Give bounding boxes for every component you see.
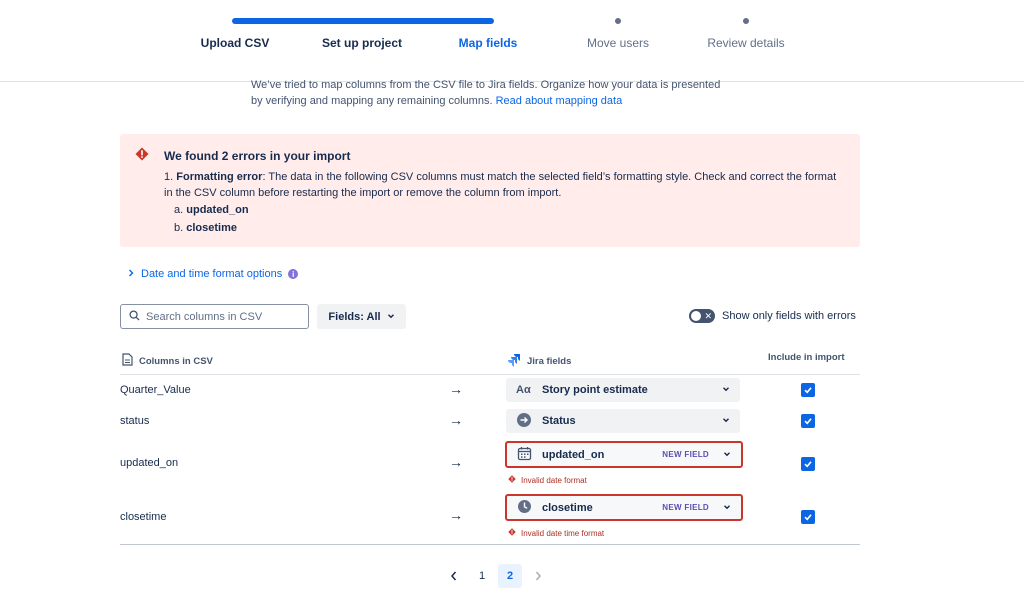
page-2-button[interactable]: 2 — [498, 564, 522, 588]
read-about-mapping-link[interactable]: Read about mapping data — [496, 95, 623, 107]
error-details: 1. Formatting error: The data in the fol… — [164, 170, 844, 237]
intro-text: We’ve tried to map columns from the CSV … — [251, 79, 721, 107]
step-label: Map fields — [458, 36, 518, 50]
include-checkbox[interactable] — [801, 510, 815, 524]
error-title: We found 2 errors in your import — [164, 149, 351, 163]
table-header-divider — [120, 374, 860, 375]
include-checkbox[interactable] — [801, 383, 815, 397]
header-jira-fields: Jira fields — [507, 353, 571, 370]
new-field-badge: NEW FIELD — [662, 503, 709, 512]
status-arrow-icon — [516, 412, 532, 431]
chevron-down-icon — [722, 415, 730, 427]
include-checkbox[interactable] — [801, 457, 815, 471]
table-footer-divider — [120, 544, 860, 545]
page-1-button[interactable]: 1 — [470, 564, 494, 588]
step-label: Move users — [586, 36, 650, 50]
include-checkbox[interactable] — [801, 414, 815, 428]
jira-field-select[interactable]: closetime NEW FIELD — [505, 494, 743, 521]
error-icon — [508, 475, 516, 485]
arrow-right-icon: → — [449, 507, 463, 523]
toggle-label: Show only fields with errors — [722, 310, 856, 322]
chevron-down-icon — [723, 502, 731, 514]
field-error-message: Invalid date time format — [508, 528, 604, 538]
info-icon[interactable]: i — [288, 269, 299, 279]
csv-column-name: closetime — [120, 511, 167, 523]
step-review-details: Review details — [704, 18, 788, 50]
fields-filter-button[interactable]: Fields: All — [317, 304, 406, 329]
jira-field-select[interactable]: Status — [506, 409, 740, 433]
search-input[interactable] — [146, 310, 296, 323]
step-label: Review details — [707, 36, 785, 50]
jira-field-select[interactable]: Aα Story point estimate — [506, 378, 740, 402]
header-include-in-import: Include in import — [768, 352, 845, 363]
chevron-down-icon — [387, 311, 395, 323]
format-options-label: Date and time format options — [141, 268, 283, 280]
step-dot — [615, 18, 621, 24]
chevron-down-icon — [722, 384, 730, 396]
error-column-list: a. updated_on b. closetime — [164, 201, 844, 237]
step-dot — [743, 18, 749, 24]
jira-logo-icon — [507, 353, 521, 370]
step-map-fields: Map fields — [232, 18, 517, 50]
fields-filter-label: Fields: All — [328, 310, 381, 323]
step-move-users: Move users — [578, 18, 658, 50]
csv-column-name: Quarter_Value — [120, 384, 191, 396]
clock-icon — [517, 499, 532, 517]
error-banner: We found 2 errors in your import 1. Form… — [120, 134, 860, 247]
error-column-item: b. closetime — [174, 222, 237, 234]
error-type: Formatting error — [176, 171, 263, 183]
progress-bar — [232, 18, 494, 24]
previous-page-button[interactable] — [442, 564, 466, 588]
error-column-item: a. updated_on — [174, 204, 249, 216]
csv-column-name: status — [120, 415, 150, 427]
chevron-right-icon — [127, 268, 135, 280]
error-icon — [508, 528, 516, 538]
text-icon: Aα — [516, 384, 531, 396]
calendar-icon — [517, 446, 532, 464]
close-icon: ✕ — [704, 311, 712, 321]
next-page-button[interactable] — [526, 564, 550, 588]
arrow-right-icon: → — [449, 412, 463, 428]
toggle-switch[interactable]: ✕ — [689, 309, 715, 323]
arrow-right-icon: → — [449, 454, 463, 470]
error-icon — [135, 147, 149, 166]
arrow-right-icon: → — [449, 381, 463, 397]
document-icon — [122, 353, 133, 369]
csv-column-name: updated_on — [120, 457, 179, 469]
search-columns[interactable] — [120, 304, 309, 329]
header-columns-in-csv: Columns in CSV — [122, 353, 213, 369]
field-error-message: Invalid date format — [508, 475, 587, 485]
progress-stepper: Upload CSV Set up project Map fields Mov… — [0, 0, 1024, 82]
search-icon — [129, 308, 140, 326]
jira-field-select[interactable]: updated_on NEW FIELD — [505, 441, 743, 468]
chevron-down-icon — [723, 449, 731, 461]
pagination: 1 2 — [442, 564, 550, 588]
errors-only-toggle[interactable]: ✕ Show only fields with errors — [689, 309, 856, 323]
date-time-format-options[interactable]: Date and time format options i — [127, 268, 299, 280]
new-field-badge: NEW FIELD — [662, 450, 709, 459]
